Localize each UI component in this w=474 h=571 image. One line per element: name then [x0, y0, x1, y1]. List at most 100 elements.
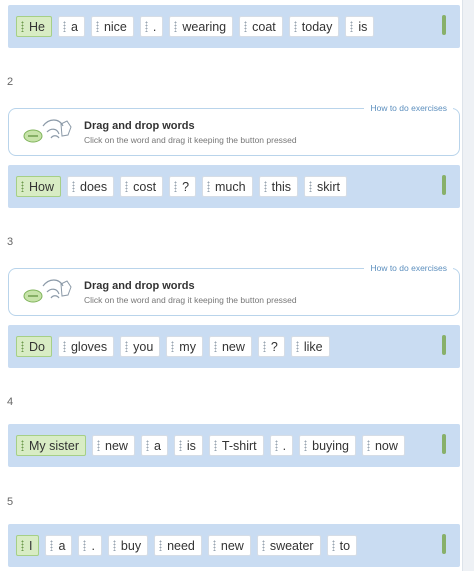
word-label: new: [220, 538, 244, 553]
word-label: .: [91, 538, 95, 553]
word-chip[interactable]: a: [45, 535, 73, 556]
drag-handle-icon: [331, 540, 335, 551]
word-label: is: [358, 19, 368, 34]
drag-handle-icon: [174, 21, 178, 32]
drag-handle-icon: [295, 341, 299, 352]
word-list-4: My sister new a is T-shirt . buying now: [16, 435, 405, 456]
word-chip[interactable]: ?: [169, 176, 197, 197]
word-label: buying: [312, 438, 349, 453]
status-indicator: [442, 15, 446, 35]
word-label: today: [301, 19, 333, 34]
word-label: He: [29, 19, 45, 34]
word-chip[interactable]: Do: [16, 336, 52, 357]
word-chip[interactable]: now: [361, 435, 405, 456]
word-chip[interactable]: ?: [257, 336, 285, 357]
word-label: a: [153, 438, 161, 453]
word-chip[interactable]: much: [202, 176, 253, 197]
word-chip[interactable]: I: [16, 535, 40, 556]
drag-handle-icon: [21, 341, 24, 352]
word-chip[interactable]: gloves: [57, 336, 115, 357]
drag-handle-icon: [304, 440, 308, 451]
word-chip[interactable]: He: [16, 16, 52, 37]
word-chip[interactable]: to: [326, 535, 358, 556]
drag-handle-icon: [62, 341, 66, 352]
word-chip[interactable]: wearing: [169, 16, 234, 37]
drag-handle-icon: [144, 21, 148, 32]
word-chip[interactable]: my: [166, 336, 203, 357]
word-label: My sister: [29, 438, 79, 453]
word-chip[interactable]: today: [288, 16, 340, 37]
drag-handle-icon: [95, 21, 99, 32]
drag-handle-icon: [83, 540, 87, 551]
word-chip[interactable]: a: [140, 435, 168, 456]
word-label: new: [221, 339, 245, 354]
word-chip[interactable]: nice: [90, 16, 134, 37]
drag-handle-icon: [350, 21, 354, 32]
drag-handle-icon: [97, 440, 100, 451]
word-chip[interactable]: new: [207, 535, 251, 556]
word-chip[interactable]: this: [258, 176, 299, 197]
word-label: ?: [270, 339, 278, 354]
word-label: cost: [133, 179, 157, 194]
word-chip[interactable]: buy: [107, 535, 149, 556]
drag-handle-icon: [50, 540, 54, 551]
word-bar-3: Do gloves you my new ? like: [8, 325, 460, 368]
word-label: T-shirt: [221, 438, 257, 453]
word-chip[interactable]: T-shirt: [208, 435, 264, 456]
word-label: ?: [182, 179, 190, 194]
word-chip[interactable]: is: [345, 16, 375, 37]
scrollbar[interactable]: [462, 0, 474, 571]
drag-handle-icon: [244, 21, 248, 32]
word-label: Do: [29, 339, 45, 354]
word-chip[interactable]: sweater: [256, 535, 321, 556]
word-label: my: [179, 339, 196, 354]
instruction-box: How to do exercises Drag and drop words …: [8, 263, 460, 316]
word-bar-4: My sister new a is T-shirt . buying now: [8, 424, 460, 467]
status-indicator: [442, 175, 446, 195]
word-chip[interactable]: buying: [299, 435, 356, 456]
word-chip[interactable]: .: [269, 435, 294, 456]
instruction-title: Drag and drop words: [84, 120, 195, 132]
drag-handle-icon: [261, 540, 265, 551]
word-chip[interactable]: does: [67, 176, 115, 197]
word-chip[interactable]: a: [57, 16, 85, 37]
word-chip[interactable]: coat: [239, 16, 283, 37]
word-chip[interactable]: My sister: [16, 435, 86, 456]
word-chip[interactable]: need: [154, 535, 202, 556]
word-chip[interactable]: cost: [120, 176, 164, 197]
exercise-page: He a nice . wearing coat today is 2 How …: [0, 0, 462, 571]
word-chip[interactable]: new: [92, 435, 135, 456]
word-label: gloves: [70, 339, 108, 354]
how-to-link[interactable]: How to do exercises: [364, 263, 453, 273]
status-indicator: [442, 335, 446, 355]
word-chip[interactable]: you: [120, 336, 161, 357]
word-label: a: [58, 538, 66, 553]
word-list-5: I a . buy need new sweater to: [16, 535, 358, 556]
word-bar-1: He a nice . wearing coat today is: [8, 5, 460, 48]
word-chip[interactable]: new: [208, 336, 252, 357]
word-label: now: [374, 438, 398, 453]
word-list-1: He a nice . wearing coat today is: [16, 16, 375, 37]
drag-handle-icon: [21, 540, 24, 551]
exercise-number: 3: [7, 236, 14, 248]
drag-handle-icon: [366, 440, 370, 451]
word-label: nice: [103, 19, 127, 34]
word-label: new: [105, 438, 128, 453]
drag-handle-icon: [145, 440, 149, 451]
word-chip[interactable]: is: [173, 435, 203, 456]
drag-handle-icon: [212, 540, 216, 551]
word-label: much: [215, 179, 246, 194]
word-chip[interactable]: like: [290, 336, 330, 357]
drag-handle-icon: [125, 181, 129, 192]
word-label: How: [29, 179, 55, 194]
drag-handle-icon: [293, 21, 297, 32]
word-chip[interactable]: skirt: [304, 176, 347, 197]
word-chip[interactable]: .: [78, 535, 102, 556]
drag-handle-icon: [178, 440, 182, 451]
word-chip[interactable]: .: [139, 16, 164, 37]
drag-handle-icon: [125, 341, 129, 352]
how-to-link[interactable]: How to do exercises: [364, 103, 453, 113]
exercise-number: 5: [7, 496, 14, 508]
word-chip[interactable]: How: [16, 176, 62, 197]
word-label: .: [152, 19, 157, 34]
